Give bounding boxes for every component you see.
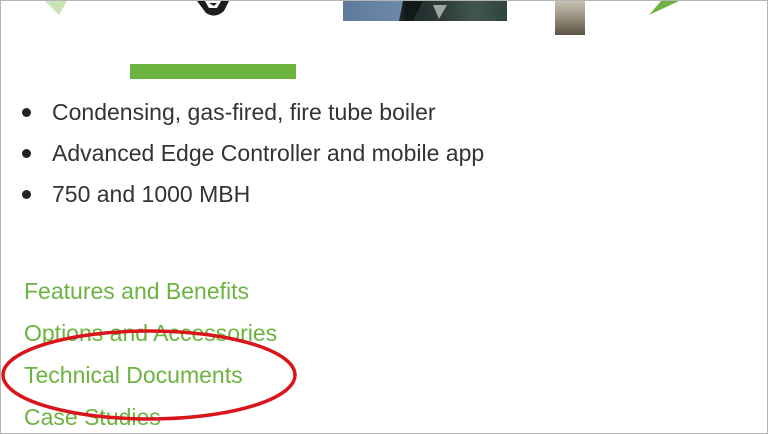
bullet-icon bbox=[22, 190, 31, 199]
link-case-studies[interactable]: Case Studies bbox=[24, 397, 277, 433]
link-options-and-accessories[interactable]: Options and Accessories bbox=[24, 313, 277, 355]
link-features-and-benefits[interactable]: Features and Benefits bbox=[24, 271, 277, 313]
feature-text: Condensing, gas-fired, fire tube boiler bbox=[52, 99, 436, 125]
accent-divider bbox=[130, 64, 296, 79]
carousel-next-icon[interactable] bbox=[649, 1, 679, 15]
feature-list: Condensing, gas-fired, fire tube boiler … bbox=[21, 93, 484, 216]
link-technical-documents[interactable]: Technical Documents bbox=[24, 355, 277, 397]
feature-text: 750 and 1000 MBH bbox=[52, 181, 251, 207]
feature-item: Advanced Edge Controller and mobile app bbox=[21, 134, 484, 175]
carousel-thumbnail[interactable] bbox=[555, 1, 585, 35]
carousel-thumbnail[interactable] bbox=[343, 1, 507, 21]
feature-text: Advanced Edge Controller and mobile app bbox=[52, 140, 485, 166]
bullet-icon bbox=[22, 149, 31, 158]
feature-item: Condensing, gas-fired, fire tube boiler bbox=[21, 93, 484, 134]
carousel-thumbnail[interactable] bbox=[195, 1, 235, 19]
product-carousel bbox=[1, 1, 767, 41]
feature-item: 750 and 1000 MBH bbox=[21, 175, 484, 216]
product-links: Features and Benefits Options and Access… bbox=[24, 271, 277, 433]
bullet-icon bbox=[22, 108, 31, 117]
carousel-prev-icon[interactable] bbox=[37, 1, 67, 15]
page-frame: Condensing, gas-fired, fire tube boiler … bbox=[0, 0, 768, 434]
